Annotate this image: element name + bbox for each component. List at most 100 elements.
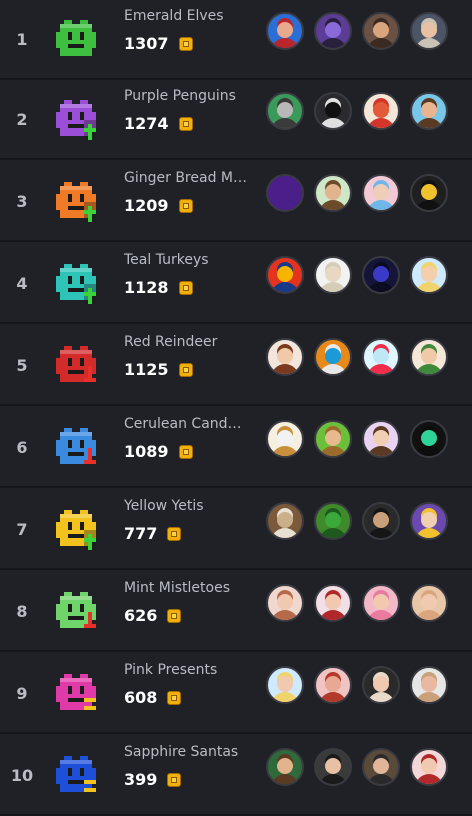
member-avatar[interactable] [362, 666, 400, 704]
member-avatar[interactable] [410, 666, 448, 704]
member-avatar[interactable] [266, 338, 304, 376]
avatar-body [367, 774, 395, 784]
team-row[interactable]: 5 Red Reindeer 1125 [0, 326, 472, 406]
avatar-face [325, 184, 341, 200]
member-avatar[interactable] [314, 502, 352, 540]
team-score: 608 [124, 688, 158, 707]
team-name: Teal Turkeys [124, 252, 209, 268]
team-row[interactable]: 2 Purple Penguins 1274 [0, 80, 472, 160]
member-avatar[interactable] [266, 666, 304, 704]
member-avatar[interactable] [362, 748, 400, 786]
rank-number: 4 [16, 274, 28, 293]
avatar-face [325, 348, 341, 364]
avatar-face [277, 758, 293, 774]
member-avatar[interactable] [266, 584, 304, 622]
member-avatar[interactable] [314, 584, 352, 622]
avatar-face [277, 266, 293, 282]
team-score: 1089 [124, 442, 169, 461]
avatar-face [373, 348, 389, 364]
avatar-face [277, 430, 293, 446]
member-avatar[interactable] [362, 92, 400, 130]
member-avatar[interactable] [314, 666, 352, 704]
coin-icon [178, 280, 193, 295]
member-avatar[interactable] [410, 748, 448, 786]
avatar-body [271, 282, 299, 292]
member-avatar[interactable] [362, 502, 400, 540]
member-avatar[interactable] [266, 420, 304, 458]
member-avatar[interactable] [314, 92, 352, 130]
purple-penguin-icon [56, 100, 96, 140]
avatar-face [277, 184, 293, 200]
avatar-face [325, 266, 341, 282]
member-avatar[interactable] [362, 584, 400, 622]
member-avatar[interactable] [266, 174, 304, 212]
avatar-body [415, 282, 443, 292]
team-name: Red Reindeer [124, 334, 218, 350]
ginger-bread-icon [56, 182, 96, 222]
team-row[interactable]: 8 Mint Mistletoes 626 [0, 572, 472, 652]
team-row[interactable]: 4 Teal Turkeys 1128 [0, 244, 472, 324]
avatar-body [367, 528, 395, 538]
team-score: 1274 [124, 114, 169, 133]
team-score: 626 [124, 606, 158, 625]
avatar-face [421, 266, 437, 282]
member-avatar[interactable] [362, 174, 400, 212]
avatar-body [319, 38, 347, 48]
member-avatar[interactable] [410, 92, 448, 130]
avatar-face [325, 676, 341, 692]
member-avatar[interactable] [362, 338, 400, 376]
avatar-face [325, 512, 341, 528]
member-avatar[interactable] [410, 420, 448, 458]
member-avatar[interactable] [266, 502, 304, 540]
member-avatar[interactable] [314, 256, 352, 294]
member-avatar[interactable] [362, 420, 400, 458]
avatar-body [271, 38, 299, 48]
member-avatar[interactable] [266, 256, 304, 294]
candy-cane-icon [56, 428, 96, 468]
member-avatar[interactable] [314, 748, 352, 786]
member-avatar[interactable] [410, 584, 448, 622]
avatar-face [373, 266, 389, 282]
team-row[interactable]: 7 Yellow Yetis 777 [0, 490, 472, 570]
member-avatar[interactable] [314, 338, 352, 376]
avatar-body [319, 610, 347, 620]
avatar-face [421, 22, 437, 38]
rank-number: 5 [16, 356, 28, 375]
team-row[interactable]: 1 Emerald Elves 1307 [0, 0, 472, 80]
coin-icon [178, 362, 193, 377]
team-name: Pink Presents [124, 662, 218, 678]
member-avatar[interactable] [266, 12, 304, 50]
avatar-body [415, 118, 443, 128]
leaderboard: 1 Emerald Elves 1307 2 Purple Penguins 1… [0, 0, 472, 816]
avatar-face [421, 184, 437, 200]
member-avatar[interactable] [362, 256, 400, 294]
rank-number: 1 [16, 30, 28, 49]
emerald-elf-icon [56, 20, 96, 60]
team-row[interactable]: 10 Sapphire Santas 399 [0, 736, 472, 816]
avatar-body [271, 118, 299, 128]
member-avatar[interactable] [314, 420, 352, 458]
member-avatar[interactable] [314, 12, 352, 50]
avatar-body [367, 364, 395, 374]
team-row[interactable]: 3 Ginger Bread Men 1209 [0, 162, 472, 242]
team-score: 777 [124, 524, 158, 543]
avatar-face [325, 102, 341, 118]
member-avatar[interactable] [410, 338, 448, 376]
team-row[interactable]: 6 Cerulean Candy Canes 1089 [0, 408, 472, 488]
coin-icon [178, 198, 193, 213]
team-score: 399 [124, 770, 158, 789]
team-name: Ginger Bread Men [124, 170, 248, 186]
member-avatar[interactable] [410, 174, 448, 212]
avatar-face [421, 594, 437, 610]
member-avatar[interactable] [266, 748, 304, 786]
member-avatar[interactable] [410, 502, 448, 540]
member-avatar[interactable] [410, 256, 448, 294]
member-avatar[interactable] [410, 12, 448, 50]
rank-number: 10 [10, 766, 34, 785]
avatar-face [421, 102, 437, 118]
member-avatar[interactable] [266, 92, 304, 130]
member-avatar[interactable] [314, 174, 352, 212]
member-avatar[interactable] [362, 12, 400, 50]
team-row[interactable]: 9 Pink Presents 608 [0, 654, 472, 734]
avatar-body [271, 692, 299, 702]
